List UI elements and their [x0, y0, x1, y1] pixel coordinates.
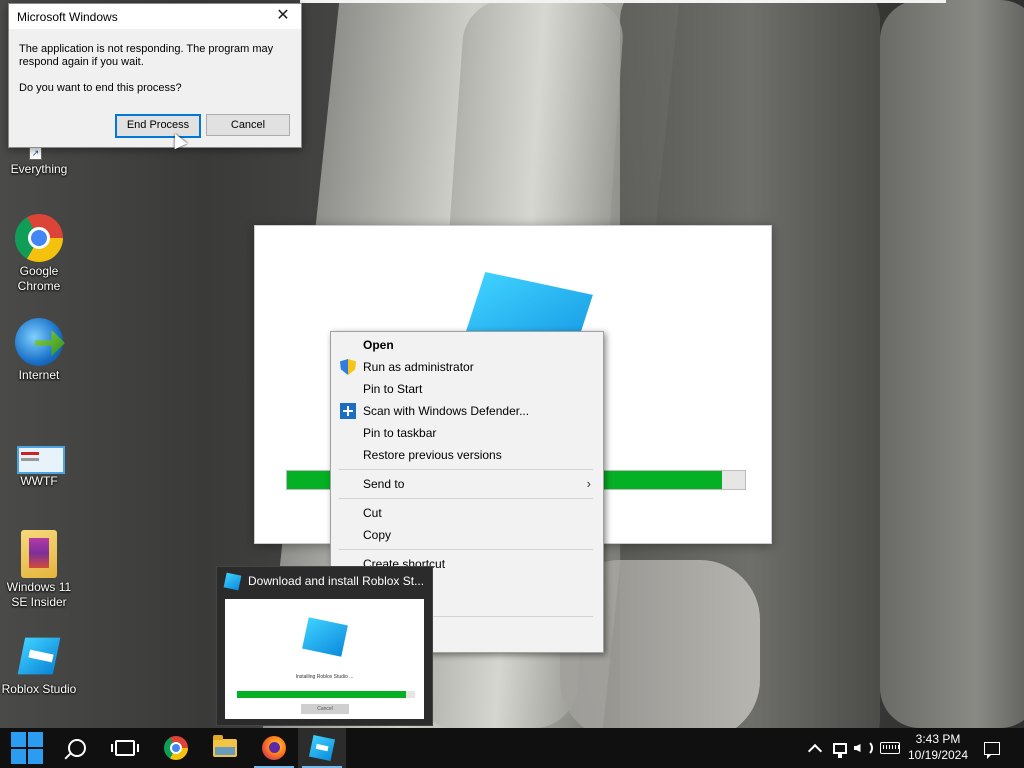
desktop-icon-label: Roblox Studio: [1, 682, 77, 696]
uac-shield-icon: [340, 359, 356, 375]
menu-item-send-to[interactable]: Send to ›: [331, 473, 603, 495]
cancel-button[interactable]: Cancel: [206, 114, 290, 136]
wwtf-icon: [15, 438, 65, 474]
volume-icon: [853, 744, 861, 752]
taskbar-roblox-installer[interactable]: [298, 728, 346, 768]
chevron-up-icon: [807, 743, 823, 758]
roblox-studio-icon: [308, 734, 336, 762]
clock-date: 10/19/2024: [907, 748, 969, 762]
end-process-button[interactable]: End Process: [115, 114, 201, 138]
dialog-question: Do you want to end this process?: [19, 82, 182, 94]
network-icon: [833, 742, 847, 758]
menu-item-label: Pin to Start: [363, 382, 423, 396]
menu-item-restore-previous-versions[interactable]: Restore previous versions: [331, 444, 603, 466]
desktop-icon-google-chrome[interactable]: Google Chrome: [1, 214, 77, 294]
window-edge: [300, 0, 946, 3]
thumbnail-status: Installing Roblox Studio ...: [295, 674, 354, 680]
start-button[interactable]: [3, 728, 51, 768]
desktop-icon-label: Internet: [18, 368, 60, 382]
roblox-studio-icon: [15, 632, 63, 680]
desktop-icon-label: Google Chrome: [17, 264, 61, 293]
internet-download-manager-icon: [15, 318, 63, 366]
firefox-icon: [262, 736, 286, 760]
menu-separator: [339, 498, 593, 499]
taskbar: 3:43 PM 10/19/2024: [0, 728, 1024, 768]
notification-icon: [984, 741, 1000, 759]
desktop-icon-label: Everything: [10, 162, 68, 176]
menu-separator: [339, 549, 593, 550]
desktop-icon-roblox-studio[interactable]: Roblox Studio: [1, 632, 77, 697]
chrome-icon: [15, 214, 63, 262]
dialog-message: The application is not responding. The p…: [19, 43, 274, 68]
winrar-archive-icon: [21, 530, 57, 578]
menu-item-scan-with-defender[interactable]: Scan with Windows Defender...: [331, 400, 603, 422]
show-hidden-icons-button[interactable]: [806, 728, 824, 768]
desktop-icon-label: Windows 11 SE Insider: [6, 580, 72, 609]
network-button[interactable]: [830, 728, 850, 768]
keyboard-icon: [880, 742, 900, 754]
search-button[interactable]: [53, 728, 101, 768]
menu-item-run-as-administrator[interactable]: Run as administrator: [331, 356, 603, 378]
clock[interactable]: 3:43 PM 10/19/2024: [904, 731, 972, 763]
menu-item-open[interactable]: Open: [331, 334, 603, 356]
task-view-icon: [111, 740, 139, 756]
menu-item-label: Restore previous versions: [363, 448, 502, 462]
desktop-icon-internet[interactable]: Internet: [1, 318, 77, 383]
desktop-icon-windows-11-se-insider[interactable]: Windows 11 SE Insider: [1, 530, 77, 610]
windows-logo-icon: [11, 732, 43, 764]
windows-defender-icon: [340, 403, 356, 419]
thumbnail-cancel-button: Cancel: [301, 704, 349, 714]
menu-separator: [339, 469, 593, 470]
folder-icon: [213, 735, 237, 757]
thumbnail-title: Download and install Roblox St...: [248, 574, 425, 588]
dialog-title: Microsoft Windows: [17, 9, 118, 24]
desktop-icon-wwtf[interactable]: WWTF: [1, 438, 77, 489]
dialog-titlebar[interactable]: Microsoft Windows ✕: [9, 4, 301, 29]
volume-wave-icon: [863, 740, 873, 756]
menu-item-pin-to-start[interactable]: Pin to Start: [331, 378, 603, 400]
taskbar-thumbnail-preview[interactable]: Download and install Roblox St... Instal…: [216, 566, 433, 726]
chrome-icon: [164, 736, 188, 760]
menu-item-copy[interactable]: Copy: [331, 524, 603, 546]
thumbnail-window-preview: Installing Roblox Studio ... Cancel: [225, 599, 424, 719]
menu-item-pin-to-taskbar[interactable]: Pin to taskbar: [331, 422, 603, 444]
search-icon: [68, 739, 86, 757]
action-center-button[interactable]: [980, 728, 1004, 768]
desktop-icon-label: WWTF: [20, 474, 58, 488]
close-icon[interactable]: ✕: [273, 7, 293, 27]
roblox-studio-logo-icon: [302, 617, 348, 657]
desktop-icon-everything[interactable]: ↗ Everything: [1, 147, 77, 177]
taskbar-firefox[interactable]: [250, 728, 298, 768]
taskbar-chrome[interactable]: [152, 728, 200, 768]
menu-item-label: Cut: [363, 506, 382, 520]
menu-item-label: Scan with Windows Defender...: [363, 404, 530, 418]
task-view-button[interactable]: [101, 728, 149, 768]
taskbar-file-explorer[interactable]: [201, 728, 249, 768]
thumbnail-progress-bar: [237, 691, 415, 698]
menu-item-label: Run as administrator: [363, 360, 474, 374]
menu-item-cut[interactable]: Cut: [331, 502, 603, 524]
rock-face: [880, 0, 1024, 728]
not-responding-dialog: Microsoft Windows ✕ The application is n…: [8, 3, 302, 150]
volume-button[interactable]: [852, 728, 874, 768]
chevron-right-icon: ›: [586, 476, 591, 491]
menu-item-label: Pin to taskbar: [363, 426, 437, 440]
progress-fill: [237, 691, 407, 698]
menu-item-label: Copy: [363, 528, 392, 542]
roblox-studio-icon: [223, 572, 242, 590]
clock-time: 3:43 PM: [915, 732, 961, 746]
touch-keyboard-button[interactable]: [877, 728, 903, 768]
menu-item-label: Send to: [363, 477, 405, 491]
everything-icon: ↗: [15, 147, 63, 160]
menu-item-label: Open: [363, 338, 394, 352]
